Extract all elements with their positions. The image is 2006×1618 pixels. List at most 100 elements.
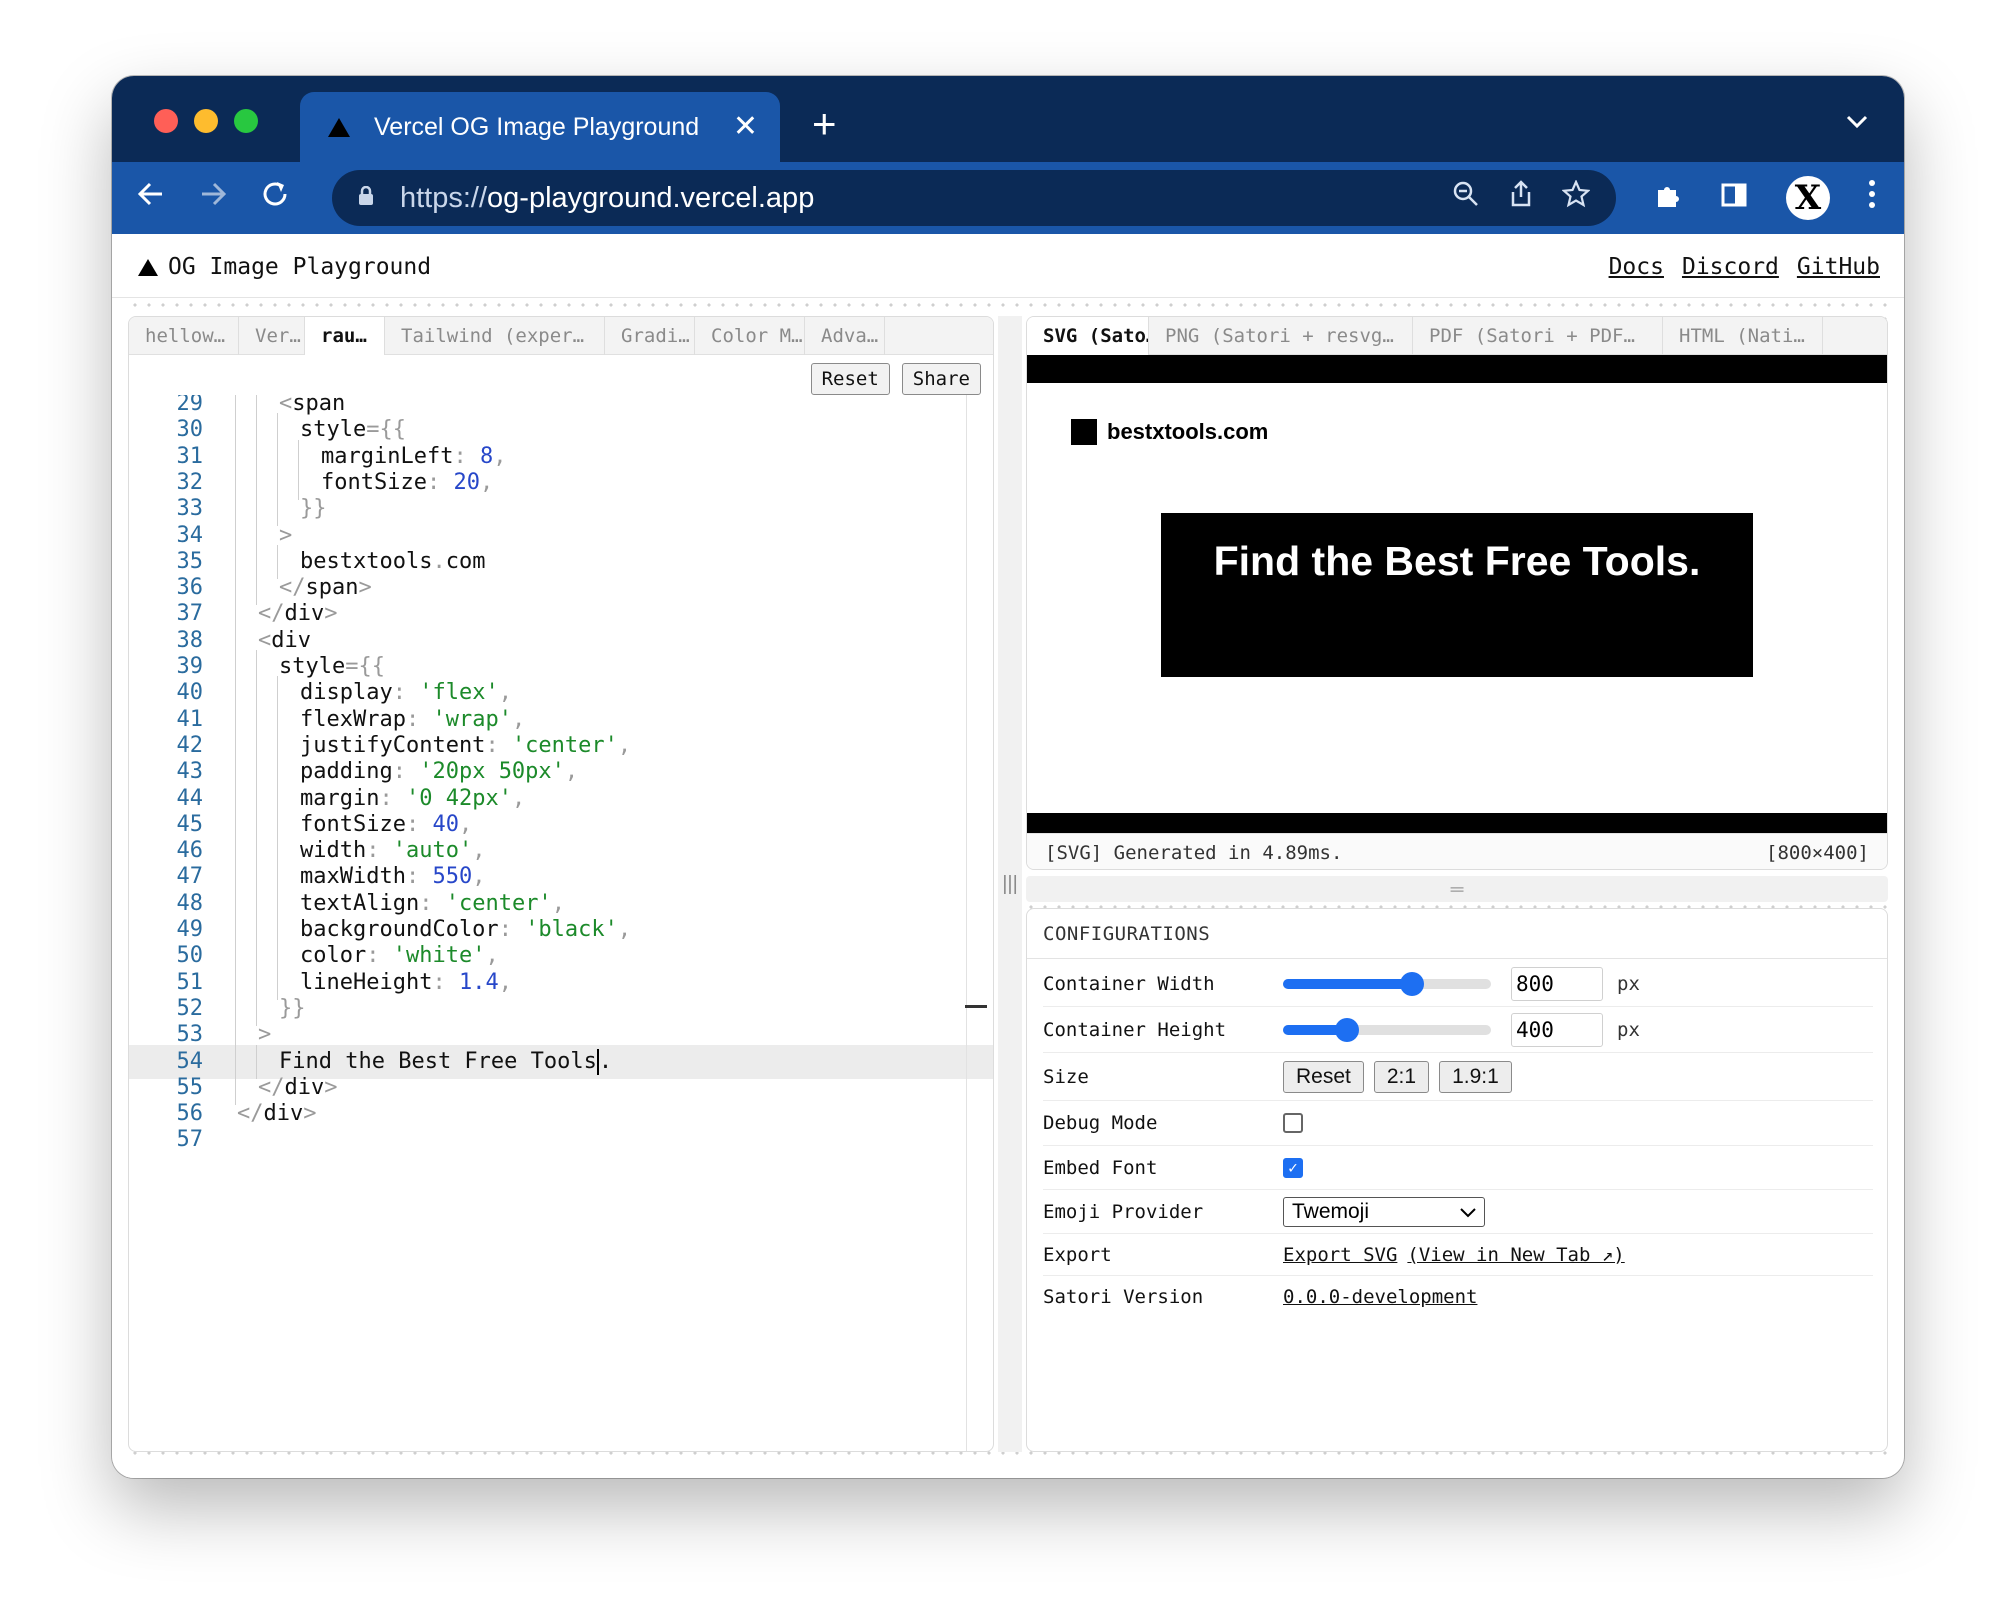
line-number: 57 — [176, 1127, 204, 1153]
debug-mode-checkbox[interactable] — [1283, 1113, 1303, 1133]
satori-version-link[interactable]: 0.0.0-development — [1283, 1286, 1477, 1308]
workspace: hellow… Ver… rau… Tailwind (exper… Gradi… Col… — [128, 298, 1888, 1462]
width-unit: px — [1617, 972, 1640, 995]
emoji-provider-row: Emoji Provider Twemoji — [1043, 1190, 1873, 1234]
code-editor-panel: hellow… Ver… rau… Tailwind (exper… Gradi… Col… — [128, 316, 994, 1452]
container-width-label: Container Width — [1043, 972, 1215, 995]
code-area[interactable]: 29 <span 30 style={{31 marginLeft: 8, 32 fontS… — [129, 395, 993, 1451]
side-panel-icon[interactable] — [1720, 180, 1748, 217]
extensions-puzzle-icon[interactable] — [1654, 180, 1682, 217]
size-1-9-1-button[interactable]: 1.9:1 — [1439, 1060, 1512, 1093]
satori-version-row: Satori Version 0.0.0-development — [1043, 1276, 1873, 1318]
browser-toolbar: https://og-playground.vercel.app X — [112, 162, 1904, 234]
renderer-tab-3[interactable]: HTML (Nati… — [1663, 317, 1823, 355]
horizontal-split-handle[interactable]: ═ — [1026, 876, 1888, 902]
emoji-provider-select[interactable]: Twemoji — [1283, 1196, 1485, 1227]
preview-panel: SVG (Sato… PNG (Satori + resvg… PDF (Sator… — [1026, 316, 1888, 870]
browser-window: Vercel OG Image Playground ✕ + https://o… — [112, 76, 1904, 1478]
embed-font-label: Embed Font — [1043, 1156, 1158, 1179]
code-line[interactable]: 57 — [129, 1123, 993, 1157]
url-text[interactable]: https://og-playground.vercel.app — [400, 182, 1452, 215]
share-icon[interactable] — [1508, 180, 1534, 216]
emoji-provider-value: Twemoji — [1292, 1199, 1370, 1223]
app-root: OG Image Playground Docs Discord GitHub … — [112, 234, 1904, 1478]
container-height-label: Container Height — [1043, 1018, 1227, 1041]
width-slider-thumb[interactable] — [1399, 971, 1424, 996]
view-in-new-tab-link[interactable]: (View in New Tab ↗) — [1407, 1244, 1624, 1266]
export-svg-link[interactable]: Export SVG — [1283, 1244, 1397, 1266]
height-unit: px — [1617, 1018, 1640, 1041]
embed-font-row: Embed Font ✓ — [1043, 1146, 1873, 1190]
og-image-canvas: bestxtools.com Find the Best Free Tools. — [1027, 383, 1887, 813]
container-width-slider[interactable] — [1283, 971, 1491, 996]
back-arrow-icon[interactable] — [136, 174, 166, 220]
height-slider-thumb[interactable] — [1335, 1017, 1360, 1042]
example-tab-4[interactable]: Gradi… — [605, 317, 695, 355]
renderer-tab-1[interactable]: PNG (Satori + resvg… — [1149, 317, 1413, 355]
maximize-window-button[interactable] — [234, 109, 258, 133]
editor-scroll-track[interactable] — [966, 395, 967, 1451]
export-row: Export Export SVG (View in New Tab ↗) — [1043, 1234, 1873, 1276]
emoji-provider-label: Emoji Provider — [1043, 1200, 1204, 1223]
app-brand: OG Image Playground — [138, 254, 431, 280]
renderer-tab-2[interactable]: PDF (Satori + PDF… — [1413, 317, 1663, 355]
share-code-button[interactable]: Share — [901, 363, 981, 395]
new-tab-button[interactable]: + — [812, 100, 837, 148]
render-status-bar: [SVG] Generated in 4.89ms. [800×400] — [1027, 833, 1887, 869]
app-title: OG Image Playground — [168, 254, 432, 280]
container-width-input[interactable]: 800 — [1511, 966, 1603, 1001]
example-tab-0[interactable]: hellow… — [129, 317, 239, 355]
bookmark-star-icon[interactable] — [1561, 179, 1591, 216]
reset-code-button[interactable]: Reset — [810, 363, 890, 395]
more-menu-icon[interactable] — [1868, 179, 1876, 217]
satori-version-label: Satori Version — [1043, 1286, 1204, 1308]
tab-title: Vercel OG Image Playground — [374, 112, 700, 141]
chevron-down-icon — [1460, 1200, 1476, 1224]
size-2-1-button[interactable]: 2:1 — [1373, 1060, 1430, 1093]
lock-icon[interactable] — [358, 185, 374, 211]
debug-mode-label: Debug Mode — [1043, 1112, 1158, 1134]
app-header: OG Image Playground Docs Discord GitHub — [112, 234, 1904, 298]
render-status: [SVG] Generated in 4.89ms. — [1045, 841, 1343, 864]
forward-arrow-icon[interactable] — [198, 174, 228, 220]
minimize-window-button[interactable] — [194, 109, 218, 133]
window-controls — [154, 109, 258, 133]
size-reset-button[interactable]: Reset — [1283, 1060, 1364, 1093]
example-tab-3[interactable]: Tailwind (exper… — [385, 317, 605, 355]
close-window-button[interactable] — [154, 109, 178, 133]
tab-search-chevron-icon[interactable] — [1846, 108, 1868, 136]
container-height-input[interactable]: 400 — [1511, 1012, 1603, 1047]
size-row: Size Reset 2:1 1.9:1 — [1043, 1053, 1873, 1101]
debug-mode-row: Debug Mode — [1043, 1101, 1873, 1146]
configurations-panel: CONFIGURATIONS Container Width 800 px Co… — [1026, 908, 1888, 1452]
close-tab-icon[interactable]: ✕ — [733, 112, 758, 142]
example-tab-6[interactable]: Adva… — [805, 317, 885, 355]
renderer-tab-0[interactable]: SVG (Sato… — [1027, 317, 1149, 355]
container-height-row: Container Height 400 px — [1043, 1007, 1873, 1053]
example-tab-2[interactable]: rau… — [305, 317, 385, 355]
og-headline: Find the Best Free Tools. — [1161, 513, 1753, 677]
container-height-slider[interactable] — [1283, 1017, 1491, 1042]
reload-icon[interactable] — [260, 174, 290, 220]
renderer-tabs: SVG (Sato… PNG (Satori + resvg… PDF (Sator… — [1027, 317, 1887, 355]
og-image-frame: bestxtools.com Find the Best Free Tools. — [1027, 355, 1887, 833]
tab-strip: Vercel OG Image Playground ✕ + — [112, 76, 1904, 162]
profile-avatar[interactable]: X — [1786, 176, 1830, 220]
example-tabs: hellow… Ver… rau… Tailwind (exper… Gradi… Col… — [129, 317, 993, 355]
scroll-position-marker[interactable] — [965, 1005, 987, 1008]
embed-font-checkbox[interactable]: ✓ — [1283, 1157, 1303, 1178]
export-label: Export — [1043, 1243, 1112, 1266]
vercel-triangle-icon — [328, 117, 350, 137]
address-bar[interactable]: https://og-playground.vercel.app — [332, 170, 1616, 226]
configurations-title: CONFIGURATIONS — [1027, 909, 1887, 959]
github-link[interactable]: GitHub — [1797, 254, 1880, 280]
browser-tab[interactable]: Vercel OG Image Playground ✕ — [300, 92, 780, 162]
discord-link[interactable]: Discord — [1682, 254, 1779, 280]
vertical-split-handle[interactable]: ||| — [998, 316, 1022, 1452]
docs-link[interactable]: Docs — [1609, 254, 1664, 280]
example-tab-5[interactable]: Color M… — [695, 317, 805, 355]
render-dimensions: [800×400] — [1766, 841, 1869, 864]
zoom-icon[interactable] — [1452, 180, 1480, 216]
example-tab-1[interactable]: Ver… — [239, 317, 305, 355]
container-width-row: Container Width 800 px — [1043, 961, 1873, 1007]
